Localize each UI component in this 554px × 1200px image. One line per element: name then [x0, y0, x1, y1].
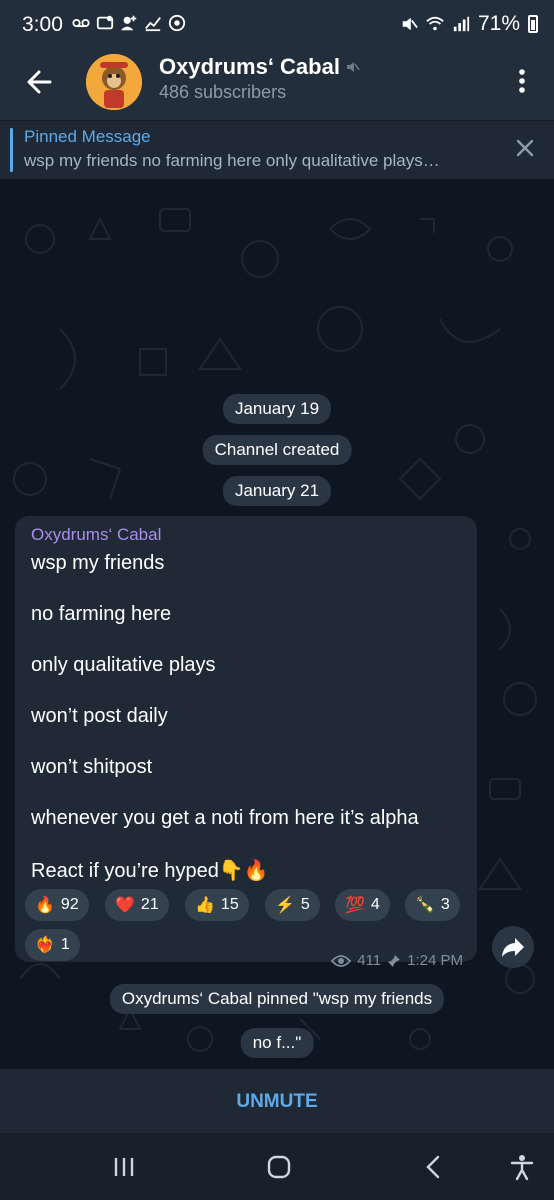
system-navigation-bar [0, 1133, 554, 1200]
reaction-champagne[interactable]: 🍾 3 [405, 889, 460, 921]
date-separator: January 19 [222, 394, 332, 424]
signal-icon [453, 16, 470, 32]
message-line: whenever you get a noti from here it’s a… [31, 807, 419, 829]
status-notification-icons [72, 14, 186, 32]
pinned-indicator [10, 128, 13, 172]
more-options-icon[interactable] [512, 66, 532, 96]
muted-speaker-icon [346, 62, 360, 72]
reaction-emoji: ❤️‍🔥 [35, 937, 55, 954]
battery-percent: 71% [477, 12, 520, 35]
subscriber-count: 486 subscribers [159, 82, 287, 102]
message-line: no farming here [31, 603, 172, 625]
add-user-icon [120, 15, 137, 31]
message-author: Oxydrums‘ Cabal [31, 525, 162, 544]
reaction-thumbs-up[interactable]: 👍 15 [185, 889, 249, 921]
reaction-heart-on-fire[interactable]: ❤️‍🔥 1 [25, 929, 80, 961]
message-line: React if you’re hyped👇🔥 [31, 860, 269, 882]
recent-apps-icon[interactable] [110, 1153, 138, 1181]
reaction-emoji: ❤️ [115, 897, 135, 914]
home-icon[interactable] [265, 1153, 293, 1181]
reaction-emoji: 🔥 [35, 897, 55, 914]
views-eye-icon [331, 954, 352, 967]
mute-icon [402, 17, 418, 31]
message-meta: 411 1:24 PM [331, 952, 463, 969]
pin-icon [388, 954, 401, 967]
reaction-emoji: 🍾 [415, 897, 435, 914]
reaction-count: 4 [370, 896, 380, 913]
notification-icon [96, 15, 114, 30]
message-time: 1:24 PM [407, 952, 463, 969]
status-time: 3:00 [22, 13, 63, 36]
service-message-pinned-cont: no f..." [240, 1028, 314, 1058]
message-line: wsp my friends [31, 552, 165, 574]
message-line: only qualitative plays [31, 654, 216, 676]
battery-icon [528, 15, 538, 33]
status-system-icons: 71% [400, 12, 538, 36]
channel-avatar[interactable] [86, 54, 142, 110]
close-icon[interactable] [514, 137, 536, 159]
forward-arrow-icon [502, 938, 524, 957]
back-arrow-icon[interactable] [22, 64, 58, 100]
message-line: won’t shitpost [31, 756, 153, 778]
monkey-avatar-icon [86, 54, 142, 110]
stocks-icon [145, 17, 161, 32]
reaction-hundred[interactable]: 💯 4 [335, 889, 390, 921]
nav-back-icon[interactable] [420, 1153, 448, 1181]
reaction-count: 1 [60, 936, 70, 953]
service-message-created: Channel created [202, 435, 352, 465]
reaction-count: 15 [220, 896, 239, 913]
unmute-bar[interactable]: UNMUTE [0, 1069, 554, 1133]
view-count: 411 [357, 952, 382, 969]
reaction-lightning[interactable]: ⚡ 5 [265, 889, 320, 921]
reaction-fire[interactable]: 🔥 92 [25, 889, 89, 921]
channel-name: Oxydrums‘ Cabal [159, 54, 340, 79]
pinned-message-bar[interactable]: Pinned Message wsp my friends no farming… [0, 120, 554, 179]
channel-title[interactable]: Oxydrums‘ Cabal [159, 54, 360, 80]
reaction-count: 21 [140, 896, 159, 913]
service-message-pinned: Oxydrums‘ Cabal pinned "wsp my friends [109, 984, 445, 1014]
wifi-icon [426, 16, 444, 31]
chat-area[interactable]: January 19 Channel created January 21 Ox… [0, 179, 554, 1069]
message-line: won’t post daily [31, 705, 168, 727]
chrome-icon [168, 14, 186, 32]
pinned-label: Pinned Message [24, 127, 151, 146]
reaction-emoji: 👍 [195, 897, 215, 914]
reaction-count: 92 [60, 896, 79, 913]
date-separator: January 21 [222, 476, 332, 506]
pinned-text: wsp my friends no farming here only qual… [24, 151, 440, 170]
accessibility-icon[interactable] [508, 1153, 536, 1181]
chat-header: Oxydrums‘ Cabal 486 subscribers [0, 50, 554, 120]
status-bar: 3:00 71% [0, 0, 554, 50]
share-button[interactable] [492, 926, 534, 968]
unmute-button[interactable]: UNMUTE [0, 1091, 554, 1113]
reaction-count: 3 [440, 896, 450, 913]
reaction-heart[interactable]: ❤️ 21 [105, 889, 169, 921]
reaction-count: 5 [300, 896, 310, 913]
reaction-emoji: 💯 [345, 897, 365, 914]
voicemail-icon [72, 18, 90, 28]
reaction-emoji: ⚡ [275, 897, 295, 914]
message-bubble[interactable]: Oxydrums‘ Cabal wsp my friends no farmin… [15, 516, 477, 969]
